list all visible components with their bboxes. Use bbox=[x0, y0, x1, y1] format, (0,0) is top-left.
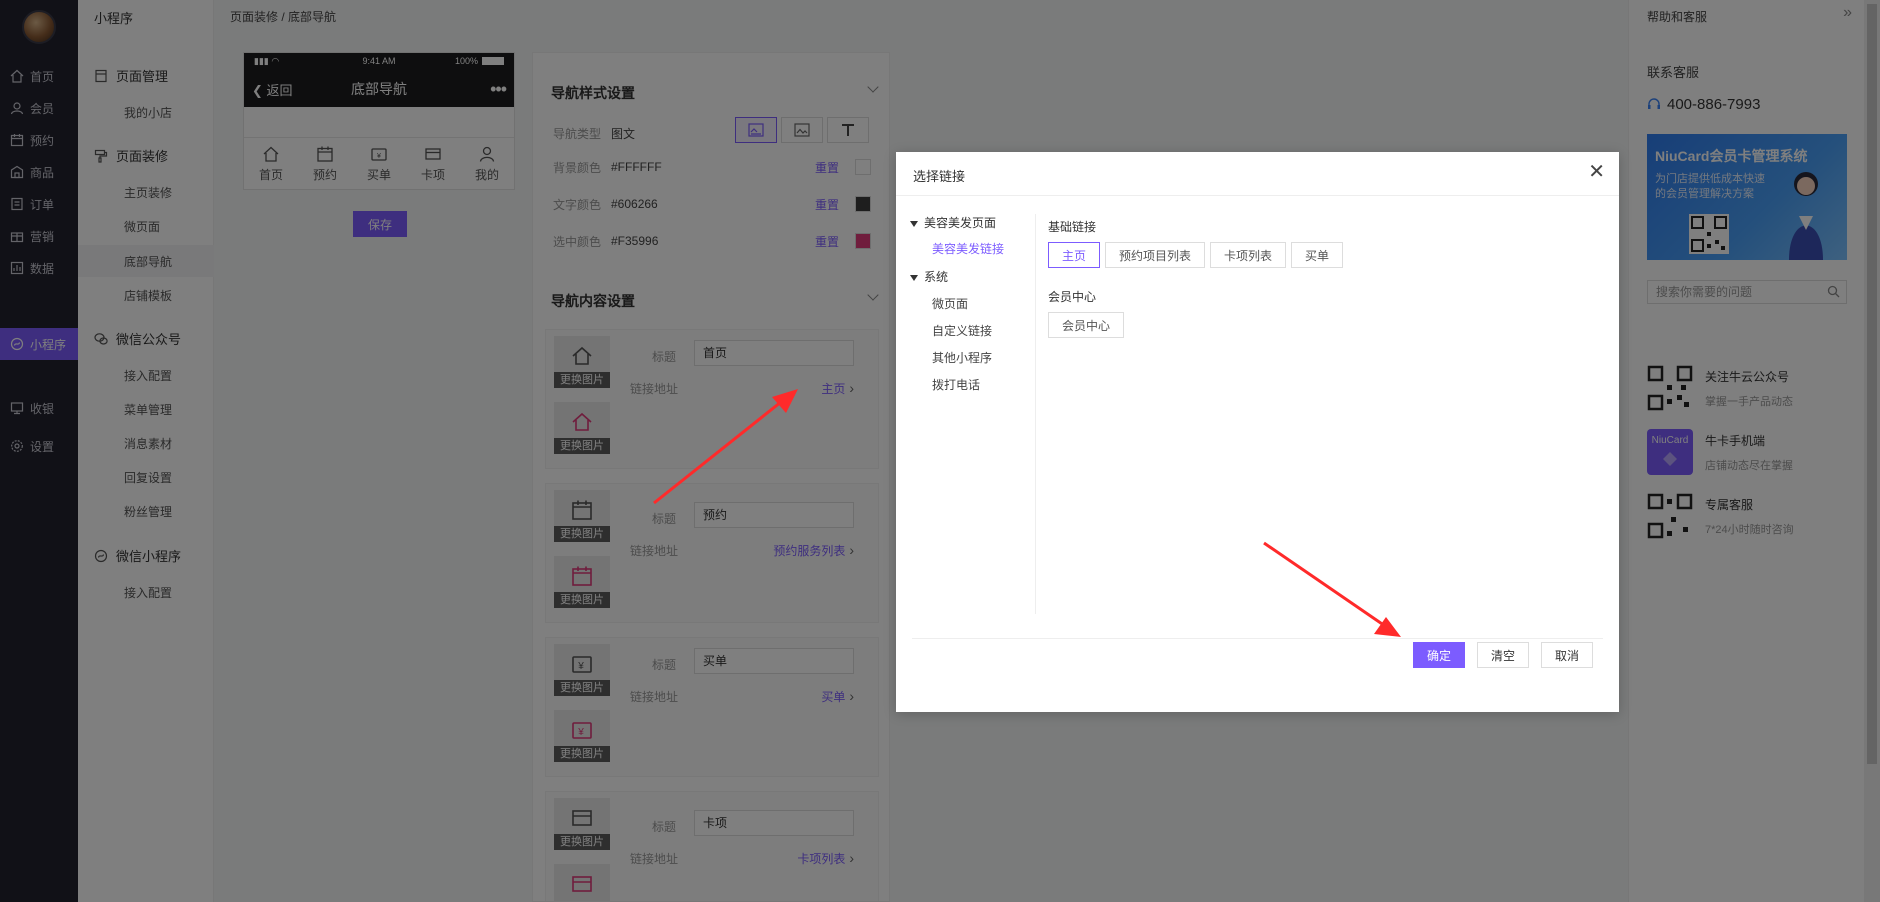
arrow-to-confirm-button bbox=[1263, 541, 1401, 637]
annotation-arrows bbox=[653, 389, 1401, 637]
arrow-to-link-selector bbox=[653, 389, 798, 505]
